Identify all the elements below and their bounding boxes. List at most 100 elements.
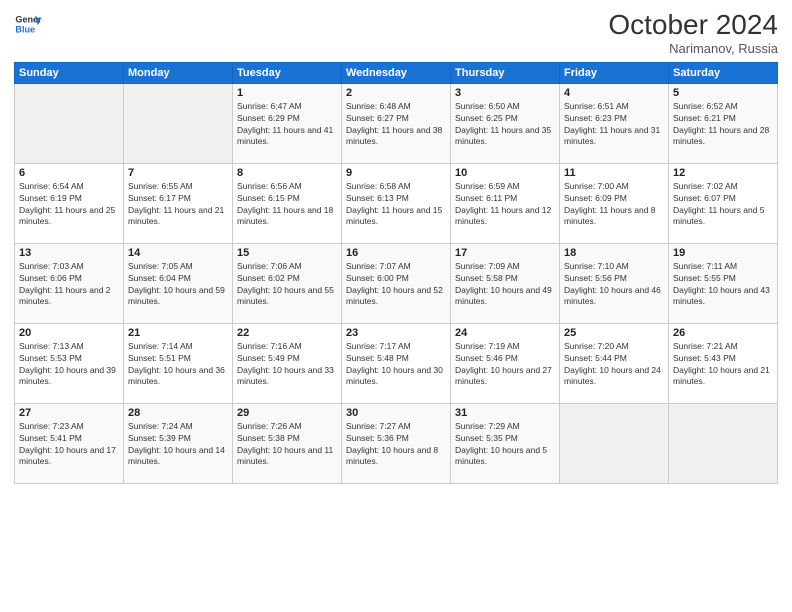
table-row: 11 Sunrise: 7:00 AM Sunset: 6:09 PM Dayli… bbox=[560, 163, 669, 243]
logo: General Blue bbox=[14, 10, 42, 38]
table-row bbox=[560, 403, 669, 483]
day-info: Sunrise: 7:16 AM Sunset: 5:49 PM Dayligh… bbox=[237, 341, 337, 389]
day-number: 20 bbox=[19, 327, 119, 339]
table-row: 5Sunrise: 6:52 AM Sunset: 6:21 PM Daylig… bbox=[669, 83, 778, 163]
day-number: 6 bbox=[19, 167, 119, 179]
col-tuesday: Tuesday bbox=[233, 62, 342, 83]
day-info: Sunrise: 7:05 AM Sunset: 6:04 PM Dayligh… bbox=[128, 261, 228, 309]
table-row: 15 Sunrise: 7:06 AM Sunset: 6:02 PM Dayli… bbox=[233, 243, 342, 323]
day-info: Sunrise: 7:23 AM Sunset: 5:41 PM Dayligh… bbox=[19, 421, 119, 469]
day-number: 24 bbox=[455, 327, 555, 339]
header: General Blue October 2024 Narimanov, Rus… bbox=[14, 10, 778, 56]
table-row: 21 Sunrise: 7:14 AM Sunset: 5:51 PM Dayli… bbox=[124, 323, 233, 403]
svg-text:Blue: Blue bbox=[15, 24, 35, 34]
week-row-4: 20 Sunrise: 7:13 AM Sunset: 5:53 PM Dayli… bbox=[15, 323, 778, 403]
table-row: 7 Sunrise: 6:55 AM Sunset: 6:17 PM Daylig… bbox=[124, 163, 233, 243]
week-row-1: 1 Sunrise: 6:47 AM Sunset: 6:29 PM Daylig… bbox=[15, 83, 778, 163]
header-row: Sunday Monday Tuesday Wednesday Thursday… bbox=[15, 62, 778, 83]
table-row: 19 Sunrise: 7:11 AM Sunset: 5:55 PM Dayli… bbox=[669, 243, 778, 323]
day-info: Sunrise: 7:24 AM Sunset: 5:39 PM Dayligh… bbox=[128, 421, 228, 469]
day-number: 11 bbox=[564, 167, 664, 179]
day-number: 31 bbox=[455, 407, 555, 419]
table-row: 22 Sunrise: 7:16 AM Sunset: 5:49 PM Dayli… bbox=[233, 323, 342, 403]
table-row: 28 Sunrise: 7:24 AM Sunset: 5:39 PM Dayli… bbox=[124, 403, 233, 483]
table-row: 27 Sunrise: 7:23 AM Sunset: 5:41 PM Dayli… bbox=[15, 403, 124, 483]
day-number: 4 bbox=[564, 87, 664, 99]
col-sunday: Sunday bbox=[15, 62, 124, 83]
day-number: 1 bbox=[237, 87, 337, 99]
col-friday: Friday bbox=[560, 62, 669, 83]
day-info: Sunrise: 7:14 AM Sunset: 5:51 PM Dayligh… bbox=[128, 341, 228, 389]
table-row bbox=[669, 403, 778, 483]
day-number: 30 bbox=[346, 407, 446, 419]
day-info: Sunrise: 7:13 AM Sunset: 5:53 PM Dayligh… bbox=[19, 341, 119, 389]
table-row: 9Sunrise: 6:58 AM Sunset: 6:13 PM Daylig… bbox=[342, 163, 451, 243]
table-row bbox=[124, 83, 233, 163]
day-info: Sunrise: 7:29 AM Sunset: 5:35 PM Dayligh… bbox=[455, 421, 555, 469]
day-number: 3 bbox=[455, 87, 555, 99]
table-row: 20 Sunrise: 7:13 AM Sunset: 5:53 PM Dayli… bbox=[15, 323, 124, 403]
day-info: Sunrise: 7:07 AM Sunset: 6:00 PM Dayligh… bbox=[346, 261, 446, 309]
table-row: 26Sunrise: 7:21 AM Sunset: 5:43 PM Dayli… bbox=[669, 323, 778, 403]
day-info: Sunrise: 6:54 AM Sunset: 6:19 PM Dayligh… bbox=[19, 181, 119, 229]
table-row: 18 Sunrise: 7:10 AM Sunset: 5:56 PM Dayli… bbox=[560, 243, 669, 323]
day-number: 22 bbox=[237, 327, 337, 339]
table-row: 8 Sunrise: 6:56 AM Sunset: 6:15 PM Daylig… bbox=[233, 163, 342, 243]
day-info: Sunrise: 6:56 AM Sunset: 6:15 PM Dayligh… bbox=[237, 181, 337, 229]
table-row: 30 Sunrise: 7:27 AM Sunset: 5:36 PM Dayli… bbox=[342, 403, 451, 483]
title-block: October 2024 Narimanov, Russia bbox=[608, 10, 778, 56]
day-number: 29 bbox=[237, 407, 337, 419]
day-number: 5 bbox=[673, 87, 773, 99]
calendar-table: Sunday Monday Tuesday Wednesday Thursday… bbox=[14, 62, 778, 484]
table-row: 12 Sunrise: 7:02 AM Sunset: 6:07 PM Dayli… bbox=[669, 163, 778, 243]
day-info: Sunrise: 7:27 AM Sunset: 5:36 PM Dayligh… bbox=[346, 421, 446, 469]
table-row: 2 Sunrise: 6:48 AM Sunset: 6:27 PM Daylig… bbox=[342, 83, 451, 163]
col-thursday: Thursday bbox=[451, 62, 560, 83]
day-number: 28 bbox=[128, 407, 228, 419]
table-row: 13Sunrise: 7:03 AM Sunset: 6:06 PM Dayli… bbox=[15, 243, 124, 323]
day-info: Sunrise: 6:50 AM Sunset: 6:25 PM Dayligh… bbox=[455, 101, 555, 149]
day-number: 8 bbox=[237, 167, 337, 179]
day-number: 2 bbox=[346, 87, 446, 99]
table-row: 4Sunrise: 6:51 AM Sunset: 6:23 PM Daylig… bbox=[560, 83, 669, 163]
table-row: 31 Sunrise: 7:29 AM Sunset: 5:35 PM Dayli… bbox=[451, 403, 560, 483]
table-row: 29 Sunrise: 7:26 AM Sunset: 5:38 PM Dayli… bbox=[233, 403, 342, 483]
day-number: 21 bbox=[128, 327, 228, 339]
table-row: 25 Sunrise: 7:20 AM Sunset: 5:44 PM Dayli… bbox=[560, 323, 669, 403]
week-row-3: 13Sunrise: 7:03 AM Sunset: 6:06 PM Dayli… bbox=[15, 243, 778, 323]
day-info: Sunrise: 7:20 AM Sunset: 5:44 PM Dayligh… bbox=[564, 341, 664, 389]
col-monday: Monday bbox=[124, 62, 233, 83]
day-number: 7 bbox=[128, 167, 228, 179]
day-number: 19 bbox=[673, 247, 773, 259]
col-saturday: Saturday bbox=[669, 62, 778, 83]
day-number: 27 bbox=[19, 407, 119, 419]
day-info: Sunrise: 6:48 AM Sunset: 6:27 PM Dayligh… bbox=[346, 101, 446, 149]
day-info: Sunrise: 6:58 AM Sunset: 6:13 PM Dayligh… bbox=[346, 181, 446, 229]
day-info: Sunrise: 7:19 AM Sunset: 5:46 PM Dayligh… bbox=[455, 341, 555, 389]
day-info: Sunrise: 7:10 AM Sunset: 5:56 PM Dayligh… bbox=[564, 261, 664, 309]
week-row-5: 27 Sunrise: 7:23 AM Sunset: 5:41 PM Dayli… bbox=[15, 403, 778, 483]
day-info: Sunrise: 7:26 AM Sunset: 5:38 PM Dayligh… bbox=[237, 421, 337, 469]
day-number: 25 bbox=[564, 327, 664, 339]
subtitle: Narimanov, Russia bbox=[608, 41, 778, 56]
day-info: Sunrise: 7:21 AM Sunset: 5:43 PM Dayligh… bbox=[673, 341, 773, 389]
day-number: 13 bbox=[19, 247, 119, 259]
day-info: Sunrise: 7:11 AM Sunset: 5:55 PM Dayligh… bbox=[673, 261, 773, 309]
page: General Blue October 2024 Narimanov, Rus… bbox=[0, 0, 792, 612]
day-info: Sunrise: 7:09 AM Sunset: 5:58 PM Dayligh… bbox=[455, 261, 555, 309]
day-info: Sunrise: 7:00 AM Sunset: 6:09 PM Dayligh… bbox=[564, 181, 664, 229]
day-number: 10 bbox=[455, 167, 555, 179]
day-number: 18 bbox=[564, 247, 664, 259]
day-number: 12 bbox=[673, 167, 773, 179]
day-number: 15 bbox=[237, 247, 337, 259]
day-info: Sunrise: 6:47 AM Sunset: 6:29 PM Dayligh… bbox=[237, 101, 337, 149]
day-info: Sunrise: 7:02 AM Sunset: 6:07 PM Dayligh… bbox=[673, 181, 773, 229]
table-row: 23Sunrise: 7:17 AM Sunset: 5:48 PM Dayli… bbox=[342, 323, 451, 403]
logo-icon: General Blue bbox=[14, 10, 42, 38]
day-info: Sunrise: 6:59 AM Sunset: 6:11 PM Dayligh… bbox=[455, 181, 555, 229]
table-row: 3 Sunrise: 6:50 AM Sunset: 6:25 PM Daylig… bbox=[451, 83, 560, 163]
day-info: Sunrise: 6:55 AM Sunset: 6:17 PM Dayligh… bbox=[128, 181, 228, 229]
day-info: Sunrise: 7:06 AM Sunset: 6:02 PM Dayligh… bbox=[237, 261, 337, 309]
day-number: 14 bbox=[128, 247, 228, 259]
day-number: 23 bbox=[346, 327, 446, 339]
